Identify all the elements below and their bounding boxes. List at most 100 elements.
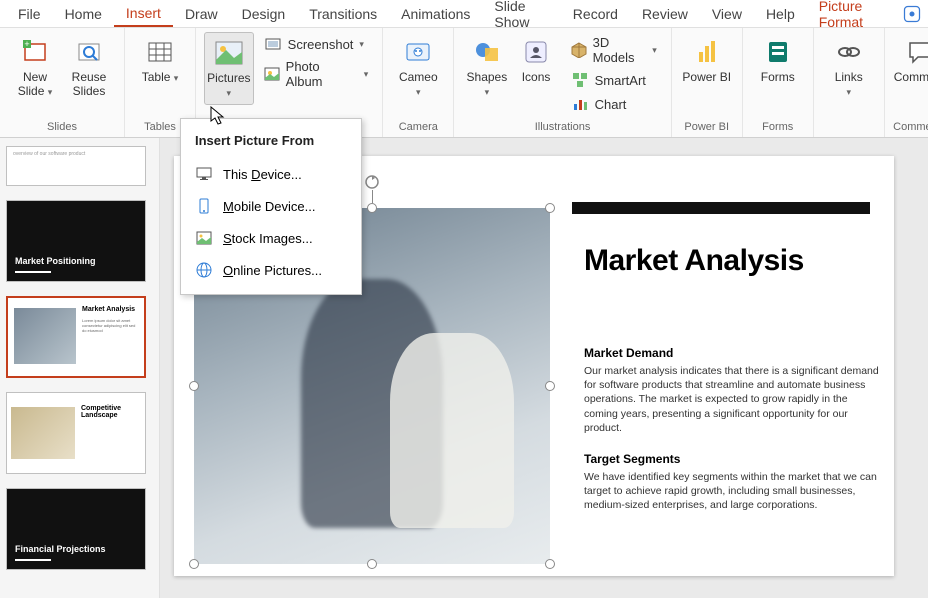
power-bi-icon: [691, 36, 723, 68]
monitor-icon: [195, 165, 213, 183]
new-slide-button[interactable]: + New Slide ▾: [8, 32, 62, 103]
resize-handle[interactable]: [367, 559, 377, 569]
reuse-slides-icon: [73, 36, 105, 68]
cameo-icon: [402, 36, 434, 68]
group-links: Links▾: [814, 28, 885, 137]
section-heading: Target Segments: [584, 452, 884, 466]
icons-label: Icons: [522, 70, 551, 84]
thumb-slide-2[interactable]: Market Positioning: [6, 200, 146, 282]
links-label: Links▾: [835, 70, 863, 99]
icons-button[interactable]: Icons: [511, 32, 560, 88]
slide-thumbnails[interactable]: overview of our software product Market …: [0, 138, 160, 598]
icons-icon: [520, 36, 552, 68]
comment-button[interactable]: Comment: [893, 32, 928, 88]
ribbon: + New Slide ▾ Reuse Slides Slides Table …: [0, 28, 928, 138]
table-button[interactable]: Table ▾: [133, 32, 187, 88]
group-powerbi-label: Power BI: [684, 119, 729, 135]
tab-insert[interactable]: Insert: [114, 1, 173, 27]
forms-label: Forms: [761, 70, 795, 84]
screenshot-icon: [264, 35, 282, 53]
shapes-label: Shapes▾: [467, 70, 508, 99]
table-label: Table ▾: [142, 70, 179, 84]
insert-online-pictures[interactable]: Online Pictures...: [181, 254, 361, 286]
resize-handle[interactable]: [545, 203, 555, 213]
resize-handle[interactable]: [545, 381, 555, 391]
group-illustrations: Shapes▾ Icons 3D Models▾ SmartArt Chart: [454, 28, 671, 137]
workspace: overview of our software product Market …: [0, 138, 928, 598]
resize-handle[interactable]: [367, 203, 377, 213]
comment-icon: [904, 36, 928, 68]
reuse-slides-button[interactable]: Reuse Slides: [62, 32, 116, 103]
forms-button[interactable]: Forms: [751, 32, 805, 88]
pictures-button[interactable]: Pictures▾: [204, 32, 254, 105]
tab-record[interactable]: Record: [561, 2, 630, 26]
insert-stock-images[interactable]: Stock Images...: [181, 222, 361, 254]
thumb-slide-5[interactable]: Financial Projections: [6, 488, 146, 570]
group-camera-label: Camera: [399, 119, 438, 135]
table-icon: [144, 36, 176, 68]
link-icon: [833, 36, 865, 68]
new-slide-label: New Slide ▾: [10, 70, 60, 99]
section-1[interactable]: Market Demand Our market analysis indica…: [584, 346, 884, 435]
power-bi-button[interactable]: Power BI: [680, 32, 734, 88]
title-bar-decoration: [572, 202, 870, 214]
section-2[interactable]: Target Segments We have identified key s…: [584, 452, 884, 513]
chart-icon: [571, 95, 589, 113]
pictures-label: Pictures▾: [207, 71, 250, 100]
cameo-button[interactable]: Cameo▾: [391, 32, 445, 103]
group-tables-label: Tables: [144, 119, 176, 135]
forms-icon: [762, 36, 794, 68]
cameo-label: Cameo▾: [399, 70, 438, 99]
svg-text:+: +: [24, 39, 29, 49]
section-body: Our market analysis indicates that there…: [584, 364, 884, 435]
thumb-slide-1[interactable]: overview of our software product: [6, 146, 146, 186]
photo-album-icon: [264, 65, 280, 83]
thumb-slide-3[interactable]: Market Analysis Lorem ipsum dolor sit am…: [6, 296, 146, 378]
tab-home[interactable]: Home: [53, 2, 114, 26]
section-body: We have identified key segments within t…: [584, 470, 884, 513]
tab-draw[interactable]: Draw: [173, 2, 230, 26]
tab-review[interactable]: Review: [630, 2, 700, 26]
tab-design[interactable]: Design: [230, 2, 298, 26]
tab-animations[interactable]: Animations: [389, 2, 482, 26]
links-button[interactable]: Links▾: [822, 32, 876, 103]
section-heading: Market Demand: [584, 346, 884, 360]
rotate-handle[interactable]: [364, 174, 380, 190]
group-comments: Comment Comments: [885, 28, 928, 137]
resize-handle[interactable]: [545, 559, 555, 569]
smartart-button[interactable]: SmartArt: [565, 68, 663, 92]
tab-file[interactable]: File: [6, 2, 53, 26]
reuse-slides-label: Reuse Slides: [64, 70, 114, 99]
tab-view[interactable]: View: [700, 2, 754, 26]
copilot-icon[interactable]: [902, 3, 922, 25]
resize-handle[interactable]: [189, 381, 199, 391]
group-illustrations-label: Illustrations: [535, 119, 591, 135]
group-slides: + New Slide ▾ Reuse Slides Slides: [0, 28, 125, 137]
tab-transitions[interactable]: Transitions: [297, 2, 389, 26]
globe-icon: [195, 261, 213, 279]
thumb-slide-4[interactable]: Competitive Landscape: [6, 392, 146, 474]
shapes-icon: [471, 36, 503, 68]
stock-images-icon: [195, 229, 213, 247]
pictures-dropdown: Insert Picture From This Device... Mobil…: [180, 118, 362, 295]
shapes-button[interactable]: Shapes▾: [462, 32, 511, 103]
pictures-icon: [213, 37, 245, 69]
smartart-icon: [571, 71, 589, 89]
group-powerbi: Power BI Power BI: [672, 28, 743, 137]
group-forms: Forms Forms: [743, 28, 814, 137]
tab-help[interactable]: Help: [754, 2, 807, 26]
chart-button[interactable]: Chart: [565, 92, 663, 116]
resize-handle[interactable]: [189, 559, 199, 569]
slide-title[interactable]: Market Analysis: [584, 244, 804, 278]
group-forms-label: Forms: [762, 119, 793, 135]
menu-bar: File Home Insert Draw Design Transitions…: [0, 0, 928, 28]
insert-mobile-device[interactable]: Mobile Device...: [181, 190, 361, 222]
group-comments-label: Comments: [893, 119, 928, 135]
photo-album-button[interactable]: Photo Album▾: [258, 56, 375, 92]
mobile-icon: [195, 197, 213, 215]
insert-this-device[interactable]: This Device...: [181, 158, 361, 190]
group-slides-label: Slides: [47, 119, 77, 135]
screenshot-button[interactable]: Screenshot▾: [258, 32, 375, 56]
3d-models-button[interactable]: 3D Models▾: [565, 32, 663, 68]
new-slide-icon: +: [19, 36, 51, 68]
